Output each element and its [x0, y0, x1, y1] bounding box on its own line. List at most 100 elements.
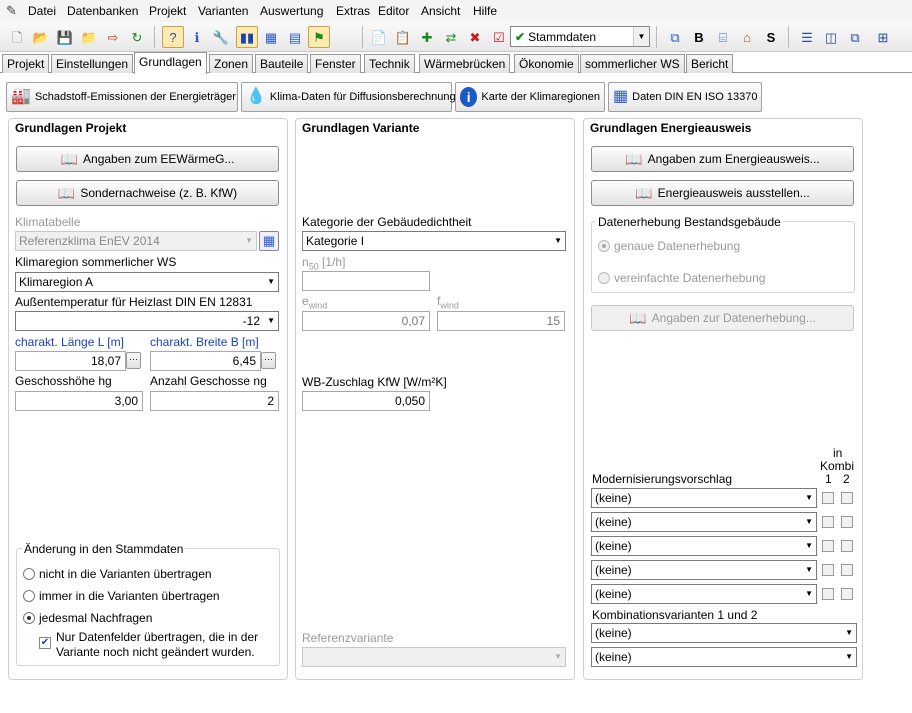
- toolbar: 🗋 📂 💾 📁 ⇨ ↻ ? ℹ 🔧 ▮▮ ▦ ▤ ⚑ 📄 📋 ✚ ⇄ ✖ ☑ ✔…: [0, 22, 912, 52]
- menu-ansicht[interactable]: Ansicht: [421, 4, 460, 18]
- wrench-icon[interactable]: 🔧: [210, 26, 232, 48]
- kombi1-checkbox[interactable]: [822, 492, 834, 504]
- folder-icon[interactable]: 📁: [78, 26, 100, 48]
- info-icon[interactable]: ℹ: [186, 26, 208, 48]
- kombi1-checkbox[interactable]: [822, 540, 834, 552]
- schadstoff-button[interactable]: 🏭 Schadstoff-Emissionen der Energieträge…: [6, 82, 238, 112]
- check-document-icon[interactable]: ☑: [488, 26, 510, 48]
- in-kombi-label-kombi: Kombi: [820, 459, 855, 473]
- radio-immer[interactable]: [23, 590, 35, 602]
- grid-icon[interactable]: ▤: [284, 26, 306, 48]
- angaben-energieausweis-button[interactable]: 📖 Angaben zum Energieausweis...: [591, 146, 854, 172]
- tab-bauteile[interactable]: Bauteile: [255, 54, 309, 73]
- menu-hilfe[interactable]: Hilfe: [473, 4, 497, 18]
- kombi1-checkbox[interactable]: [822, 588, 834, 600]
- stammdaten-select[interactable]: ✔ Stammdaten ▼: [510, 26, 650, 47]
- tile-icon[interactable]: ⊞: [872, 26, 894, 48]
- anzahl-geschosse-field[interactable]: 2: [150, 391, 279, 411]
- tab-sommerlicher-ws[interactable]: sommerlicher WS: [580, 54, 685, 73]
- modernisierung-select[interactable]: (keine) ▼: [591, 488, 817, 508]
- export-icon[interactable]: ⇨: [102, 26, 124, 48]
- tab-zonen[interactable]: Zonen: [209, 54, 254, 73]
- kombi1-checkbox[interactable]: [822, 564, 834, 576]
- modernisierung-select[interactable]: (keine) ▼: [591, 536, 817, 556]
- eewaerme-button[interactable]: 📖 Angaben zum EEWärmeG...: [16, 146, 279, 172]
- b-icon[interactable]: B: [688, 26, 710, 48]
- wb-zuschlag-field[interactable]: 0,050: [302, 391, 430, 411]
- sondernachweise-button[interactable]: 📖 Sondernachweise (z. B. KfW): [16, 180, 279, 206]
- table-icon: ▦: [613, 88, 629, 105]
- kombi2-checkbox[interactable]: [841, 492, 853, 504]
- menu-auswertung[interactable]: Auswertung: [260, 4, 323, 18]
- calculator-icon[interactable]: ⌸: [712, 26, 734, 48]
- tab-fenster[interactable]: Fenster: [310, 54, 361, 73]
- split-horizontal-icon[interactable]: ☰: [796, 26, 818, 48]
- windows-icon[interactable]: ⧉: [664, 26, 686, 48]
- kombinationsvariante-select[interactable]: (keine) ▼: [591, 623, 857, 643]
- tab-oekonomie[interactable]: Ökonomie: [514, 54, 579, 73]
- radio-jedesmal[interactable]: [23, 612, 35, 624]
- kategorie-select[interactable]: Kategorie I ▼: [302, 231, 566, 251]
- n50-field[interactable]: [302, 271, 430, 291]
- modernisierung-select[interactable]: (keine) ▼: [591, 584, 817, 604]
- kombi2-checkbox[interactable]: [841, 588, 853, 600]
- checkbox-text-line1: Nur Datenfelder übertragen, die in der: [56, 630, 259, 644]
- water-drop-icon: 💧: [246, 88, 266, 105]
- modernisierung-select[interactable]: (keine) ▼: [591, 560, 817, 580]
- more-button[interactable]: ···: [261, 352, 276, 369]
- klimaregion-select[interactable]: Klimaregion A ▼: [15, 272, 279, 292]
- bar-chart-icon[interactable]: ▮▮: [236, 26, 258, 48]
- schadstoff-label: Schadstoff-Emissionen der Energieträger: [34, 91, 236, 103]
- s-icon[interactable]: S: [760, 26, 782, 48]
- cascade-icon[interactable]: ⧉: [844, 26, 866, 48]
- calendar-icon[interactable]: ▦: [259, 231, 279, 251]
- radio-nicht[interactable]: [23, 568, 35, 580]
- menu-projekt[interactable]: Projekt: [149, 4, 186, 18]
- checkbox-nur-datenfelder[interactable]: ✔: [39, 637, 51, 649]
- menu-editor[interactable]: Editor: [378, 4, 409, 18]
- house-icon[interactable]: ⌂: [736, 26, 758, 48]
- kategorie-value: Kategorie I: [306, 234, 365, 248]
- tab-technik[interactable]: Technik: [364, 54, 415, 73]
- aussentemperatur-select[interactable]: -12 ▼: [15, 311, 279, 331]
- kombinationsvariante-select[interactable]: (keine) ▼: [591, 647, 857, 667]
- help-icon[interactable]: ?: [162, 26, 184, 48]
- more-button[interactable]: ···: [126, 352, 141, 369]
- document-icon[interactable]: 📄: [368, 26, 390, 48]
- klima-daten-button[interactable]: 💧 Klima-Daten für Diffusionsberechnung: [241, 82, 456, 112]
- table-icon[interactable]: ▦: [260, 26, 282, 48]
- tab-einstellungen[interactable]: Einstellungen: [51, 54, 134, 73]
- energieausweis-ausstellen-button[interactable]: 📖 Energieausweis ausstellen...: [591, 180, 854, 206]
- menu-datenbanken[interactable]: Datenbanken: [67, 4, 138, 18]
- daten-din-button[interactable]: ▦ Daten DIN EN ISO 13370: [608, 82, 762, 112]
- laenge-field[interactable]: 18,07: [15, 351, 126, 371]
- add-document-icon[interactable]: ✚: [416, 26, 438, 48]
- sync-document-icon[interactable]: ⇄: [440, 26, 462, 48]
- tab-projekt[interactable]: Projekt: [2, 54, 50, 73]
- menu-extras[interactable]: Extras: [336, 4, 370, 18]
- geschosshoehe-field[interactable]: 3,00: [15, 391, 143, 411]
- refresh-icon[interactable]: ↻: [126, 26, 148, 48]
- kombi2-checkbox[interactable]: [841, 540, 853, 552]
- tab-waermebruecken[interactable]: Wärmebrücken: [419, 54, 511, 73]
- laenge-label: charakt. Länge L [m]: [15, 335, 124, 349]
- new-file-icon[interactable]: 🗋: [6, 26, 28, 48]
- tab-grundlagen[interactable]: Grundlagen: [134, 52, 207, 74]
- open-folder-icon[interactable]: 📂: [30, 26, 52, 48]
- modernisierung-value: (keine): [595, 491, 632, 505]
- kombi2-checkbox[interactable]: [841, 564, 853, 576]
- split-vertical-icon[interactable]: ◫: [820, 26, 842, 48]
- breite-field[interactable]: 6,45: [150, 351, 261, 371]
- karte-klimaregionen-button[interactable]: i Karte der Klimaregionen: [455, 82, 605, 112]
- tab-bericht[interactable]: Bericht: [686, 54, 734, 73]
- kombi1-checkbox[interactable]: [822, 516, 834, 528]
- copy-document-icon[interactable]: 📋: [392, 26, 414, 48]
- menu-datei[interactable]: Datei: [28, 4, 56, 18]
- delete-document-icon[interactable]: ✖: [464, 26, 486, 48]
- flag-icon[interactable]: ⚑: [308, 26, 330, 48]
- radio-jedesmal-label: jedesmal Nachfragen: [39, 611, 153, 625]
- kombi2-checkbox[interactable]: [841, 516, 853, 528]
- modernisierung-select[interactable]: (keine) ▼: [591, 512, 817, 532]
- save-icon[interactable]: 💾: [54, 26, 76, 48]
- menu-varianten[interactable]: Varianten: [198, 4, 248, 18]
